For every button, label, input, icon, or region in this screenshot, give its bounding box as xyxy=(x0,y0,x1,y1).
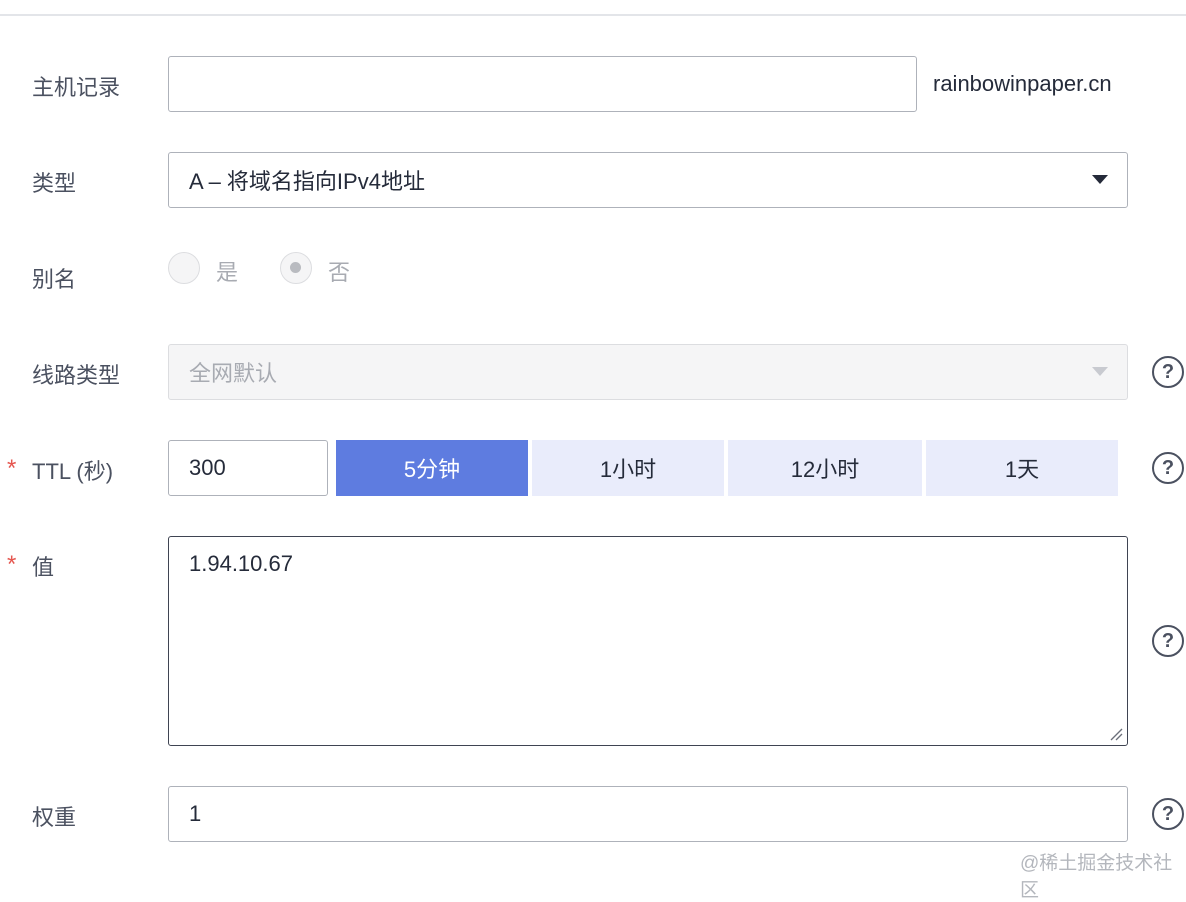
ttl-preset-5min[interactable]: 5分钟 xyxy=(336,440,528,496)
value-label: 值 xyxy=(32,555,55,580)
ttl-preset-12h[interactable]: 12小时 xyxy=(728,440,922,496)
alias-option-no-label: 否 xyxy=(328,260,351,285)
required-mark: * xyxy=(7,455,17,482)
ttl-label: TTL (秒) xyxy=(32,459,114,484)
line-type-label: 线路类型 xyxy=(32,363,121,388)
radio-selected-dot xyxy=(290,262,301,273)
chevron-down-icon xyxy=(1092,367,1108,376)
resize-handle-icon[interactable] xyxy=(1109,727,1123,741)
chevron-down-icon xyxy=(1092,175,1108,184)
question-circle-icon[interactable]: ? xyxy=(1152,356,1184,388)
question-circle-icon[interactable]: ? xyxy=(1152,625,1184,657)
watermark: @稀土掘金技术社区 xyxy=(1020,853,1173,901)
question-circle-icon[interactable]: ? xyxy=(1152,798,1184,830)
alias-option-yes-label: 是 xyxy=(216,260,239,285)
type-select-value: A – 将域名指向IPv4地址 xyxy=(189,169,425,194)
weight-label: 权重 xyxy=(32,805,77,830)
host-record-input[interactable] xyxy=(168,56,917,112)
top-divider xyxy=(0,14,1186,16)
value-textarea[interactable]: 1.94.10.67 xyxy=(168,536,1128,746)
required-mark: * xyxy=(7,551,17,578)
line-type-select: 全网默认 xyxy=(168,344,1128,400)
alias-label: 别名 xyxy=(32,267,77,292)
alias-radio-yes[interactable] xyxy=(168,252,200,284)
alias-radio-no[interactable] xyxy=(280,252,312,284)
type-select[interactable]: A – 将域名指向IPv4地址 xyxy=(168,152,1128,208)
domain-suffix: rainbowinpaper.cn xyxy=(933,71,1112,96)
ttl-input[interactable]: 300 xyxy=(168,440,328,496)
value-textarea-content: 1.94.10.67 xyxy=(189,551,293,576)
host-record-label: 主机记录 xyxy=(32,75,121,100)
ttl-preset-1h[interactable]: 1小时 xyxy=(532,440,724,496)
weight-input[interactable]: 1 xyxy=(168,786,1128,842)
ttl-preset-1d[interactable]: 1天 xyxy=(926,440,1118,496)
line-type-value: 全网默认 xyxy=(189,361,278,386)
question-circle-icon[interactable]: ? xyxy=(1152,452,1184,484)
type-label: 类型 xyxy=(32,171,77,196)
